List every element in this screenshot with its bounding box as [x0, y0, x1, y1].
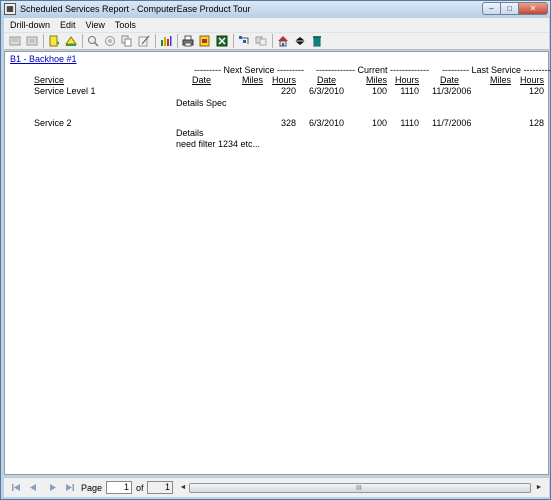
- col-header-next-hours: Hours: [271, 75, 296, 85]
- page-number-input[interactable]: 1: [106, 481, 132, 494]
- export-up-icon[interactable]: [64, 34, 78, 48]
- menu-edit[interactable]: Edit: [60, 20, 76, 30]
- last-page-icon[interactable]: [25, 34, 39, 48]
- first-page-icon[interactable]: [8, 34, 22, 48]
- row2-service: Service 2: [34, 118, 72, 128]
- report-window: ▦ Scheduled Services Report - ComputerEa…: [0, 0, 551, 500]
- row2-next-hours: 328: [280, 118, 296, 128]
- col-header-last-date: Date: [440, 75, 460, 85]
- col-header-next-miles: Miles: [241, 75, 263, 85]
- scroll-track[interactable]: III: [189, 483, 533, 493]
- trash-icon[interactable]: [310, 34, 324, 48]
- zoom-icon[interactable]: [86, 34, 100, 48]
- title-bar[interactable]: ▦ Scheduled Services Report - ComputerEa…: [1, 1, 550, 18]
- col-header-cur-miles: Miles: [365, 75, 387, 85]
- col-header-last-hours: Hours: [519, 75, 544, 85]
- toolbar-separator: [82, 34, 83, 48]
- toolbar: [4, 32, 549, 50]
- home-icon[interactable]: [276, 34, 290, 48]
- toolbar-separator: [43, 34, 44, 48]
- row2-last-hours: 128: [528, 118, 544, 128]
- last-service-group-header: --------- Last Service ---------: [442, 65, 551, 75]
- drill-icon[interactable]: [237, 34, 251, 48]
- chart-icon[interactable]: [159, 34, 173, 48]
- edit-icon[interactable]: [137, 34, 151, 48]
- copy-icon[interactable]: [120, 34, 134, 48]
- horizontal-scrollbar[interactable]: ◄ III ►: [178, 482, 544, 494]
- col-header-next-date: Date: [191, 75, 211, 85]
- next-service-group-header: --------- Next Service ---------: [194, 65, 304, 75]
- maximize-button[interactable]: □: [501, 2, 519, 15]
- scroll-left-icon[interactable]: ◄: [178, 482, 188, 494]
- page-navigation-bar: Page 1 of 1 ◄ III ►: [4, 477, 549, 497]
- row2-details-note: need filter 1234 etc...: [176, 139, 261, 149]
- total-pages-field: 1: [147, 481, 173, 494]
- col-header-cur-date: Date: [317, 75, 337, 85]
- row2-cur-miles: 100: [371, 118, 387, 128]
- export-icon[interactable]: [47, 34, 61, 48]
- row1-last-date: 11/3/2006: [432, 86, 472, 96]
- toolbar-separator: [155, 34, 156, 48]
- row2-cur-date: 6/3/2010: [309, 118, 345, 128]
- print-preview-icon[interactable]: [198, 34, 212, 48]
- row1-cur-hours: 1110: [400, 86, 419, 96]
- window-title: Scheduled Services Report - ComputerEase…: [20, 4, 251, 14]
- row1-cur-miles: 100: [371, 86, 387, 96]
- menu-tools[interactable]: Tools: [115, 20, 136, 30]
- row1-details: Details Spec: [176, 98, 227, 108]
- scroll-thumb[interactable]: III: [189, 483, 531, 493]
- row2-cur-hours: 1110: [400, 118, 419, 128]
- scroll-grip-icon: III: [356, 485, 362, 492]
- refresh-icon[interactable]: [254, 34, 268, 48]
- row2-details-label: Details: [176, 128, 204, 138]
- zoom-reset-icon[interactable]: [103, 34, 117, 48]
- page-label: Page: [81, 483, 103, 493]
- export-excel-icon[interactable]: [215, 34, 229, 48]
- email-icon[interactable]: [293, 34, 307, 48]
- toolbar-separator: [177, 34, 178, 48]
- current-group-header: ------------- Current -------------: [316, 65, 429, 75]
- row1-cur-date: 6/3/2010: [309, 86, 345, 96]
- window-controls: – □ ✕: [482, 2, 548, 15]
- menu-bar: Drill-down Edit View Tools: [4, 18, 549, 32]
- col-header-cur-hours: Hours: [394, 75, 419, 85]
- equipment-link[interactable]: B1 - Backhoe #1: [10, 54, 77, 64]
- report-app-icon[interactable]: ▦: [4, 3, 16, 15]
- col-header-last-miles: Miles: [489, 75, 511, 85]
- close-button[interactable]: ✕: [519, 2, 548, 15]
- last-page-nav-icon[interactable]: [64, 482, 75, 493]
- first-page-nav-icon[interactable]: [11, 482, 22, 493]
- toolbar-separator: [233, 34, 234, 48]
- row1-service: Service Level 1: [34, 86, 96, 96]
- menu-view[interactable]: View: [86, 20, 105, 30]
- menu-drill-down[interactable]: Drill-down: [10, 20, 50, 30]
- minimize-button[interactable]: –: [482, 2, 501, 15]
- of-label: of: [136, 483, 144, 493]
- report-canvas[interactable]: B1 - Backhoe #1 --------- Next Service -…: [4, 51, 551, 475]
- row1-next-hours: 220: [280, 86, 296, 96]
- prev-page-nav-icon[interactable]: [28, 482, 39, 493]
- col-header-service: Service: [34, 75, 65, 85]
- toolbar-separator: [272, 34, 273, 48]
- row1-last-hours: 120: [528, 86, 544, 96]
- print-icon[interactable]: [181, 34, 195, 48]
- next-page-nav-icon[interactable]: [47, 482, 58, 493]
- row2-last-date: 11/7/2006: [432, 118, 472, 128]
- scroll-right-icon[interactable]: ►: [534, 482, 544, 494]
